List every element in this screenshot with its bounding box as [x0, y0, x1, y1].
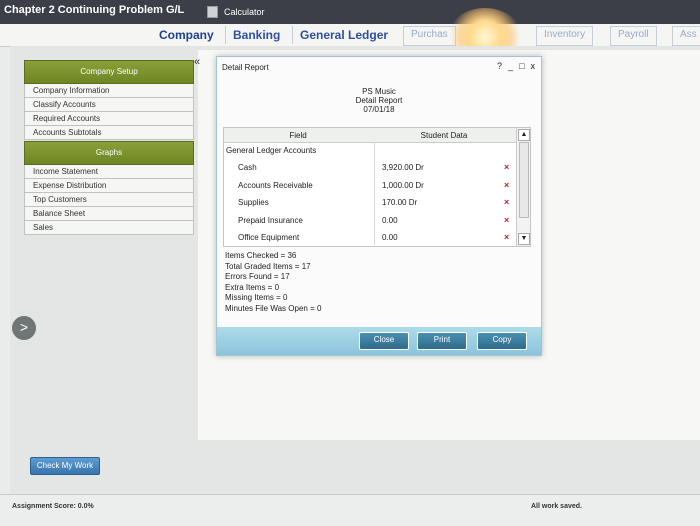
- print-button[interactable]: Print: [417, 332, 467, 350]
- error-mark-icon: ×: [504, 180, 510, 190]
- table-row: Cash 3,920.00 Dr ×: [224, 159, 516, 176]
- sidebar-item-sales[interactable]: Sales: [24, 221, 194, 235]
- tab-company[interactable]: Company: [152, 26, 221, 44]
- column-header-field: Field: [289, 131, 307, 140]
- field-name: Office Equipment: [238, 233, 300, 242]
- field-value: 0.00: [382, 216, 398, 225]
- sidebar-item-balance-sheet[interactable]: Balance Sheet: [24, 207, 194, 221]
- collapse-sidebar-icon[interactable]: «: [194, 56, 200, 68]
- field-name: Supplies: [238, 198, 269, 207]
- field-value: 1,000.00 Dr: [382, 181, 424, 190]
- error-mark-icon: ×: [504, 232, 510, 242]
- calculator-button[interactable]: Calculator: [207, 6, 265, 18]
- close-button[interactable]: Close: [359, 332, 409, 350]
- sidebar: Company Setup Company Information Classi…: [12, 60, 194, 340]
- stat-total-graded: Total Graded Items = 17: [225, 261, 311, 271]
- report-heading: PS Music Detail Report 07/01/18: [217, 87, 541, 114]
- sidebar-item-expense-distribution[interactable]: Expense Distribution: [24, 179, 194, 193]
- tab-general-ledger[interactable]: General Ledger: [292, 26, 396, 44]
- tab-banking[interactable]: Banking: [225, 26, 288, 44]
- table-scrollbar[interactable]: ▲ ▼: [516, 128, 530, 246]
- table-header: Field Student Data: [224, 128, 516, 143]
- assignment-score: Assignment Score: 0.0%: [12, 503, 94, 510]
- top-bar: Chapter 2 Continuing Problem G/L Calcula…: [0, 0, 700, 24]
- company-setup-header: Company Setup: [24, 60, 194, 84]
- sidebar-item-required-accounts[interactable]: Required Accounts: [24, 112, 194, 126]
- sidebar-item-accounts-subtotals[interactable]: Accounts Subtotals: [24, 126, 194, 140]
- tab-assets[interactable]: Ass: [672, 26, 700, 46]
- report-name: Detail Report: [355, 96, 403, 105]
- help-icon[interactable]: ?: [497, 61, 502, 71]
- field-name: Cash: [238, 163, 257, 172]
- error-mark-icon: ×: [504, 215, 510, 225]
- stat-minutes-open: Minutes File Was Open = 0: [225, 303, 322, 313]
- minimize-icon[interactable]: _: [508, 61, 513, 71]
- field-name: Prepaid Insurance: [238, 216, 303, 225]
- report-table: Field Student Data General Ledger Accoun…: [223, 127, 531, 247]
- calculator-icon: [207, 6, 218, 18]
- table-row: Office Equipment 0.00 ×: [224, 229, 516, 246]
- dialog-footer: Close Print Copy: [217, 327, 541, 355]
- report-company: PS Music: [362, 87, 396, 96]
- table-row: General Ledger Accounts: [224, 142, 516, 159]
- field-name: Accounts Receivable: [238, 181, 313, 190]
- calculator-label: Calculator: [224, 7, 265, 17]
- sidebar-item-top-customers[interactable]: Top Customers: [24, 193, 194, 207]
- detail-report-dialog: Detail Report ? _ □ x PS Music Detail Re…: [216, 56, 542, 356]
- close-icon[interactable]: x: [531, 61, 536, 71]
- field-value: 0.00: [382, 233, 398, 242]
- stat-items-checked: Items Checked = 36: [225, 251, 297, 260]
- table-row: Supplies 170.00 Dr ×: [224, 194, 516, 211]
- report-date: 07/01/18: [363, 105, 395, 114]
- check-my-work-button[interactable]: Check My Work: [30, 457, 100, 475]
- sidebar-item-classify-accounts[interactable]: Classify Accounts: [24, 98, 194, 112]
- stat-errors-found: Errors Found = 17: [225, 272, 290, 282]
- graphs-header: Graphs: [24, 141, 194, 165]
- tab-inventory[interactable]: Inventory: [536, 26, 594, 46]
- group-label: General Ledger Accounts: [226, 146, 317, 155]
- field-value: 170.00 Dr: [382, 198, 418, 207]
- field-value: 3,920.00 Dr: [382, 163, 424, 172]
- maximize-icon[interactable]: □: [519, 61, 524, 71]
- scroll-down-icon[interactable]: ▼: [518, 233, 530, 245]
- tab-payroll[interactable]: Payroll: [610, 26, 657, 46]
- module-tabs: Company Banking General Ledger Purchas I…: [0, 24, 700, 47]
- scroll-up-icon[interactable]: ▲: [518, 129, 530, 141]
- column-header-student-data: Student Data: [420, 131, 468, 140]
- expand-arrow-icon[interactable]: >: [12, 316, 36, 340]
- table-row: Accounts Receivable 1,000.00 Dr ×: [224, 177, 516, 194]
- grading-stats: Items Checked = 36 Total Graded Items = …: [225, 251, 321, 315]
- save-status: All work saved.: [531, 503, 582, 510]
- sidebar-item-company-information[interactable]: Company Information: [24, 84, 194, 98]
- table-row: Prepaid Insurance 0.00 ×: [224, 212, 516, 229]
- status-bar: Assignment Score: 0.0% All work saved.: [0, 494, 700, 526]
- error-mark-icon: ×: [504, 162, 510, 172]
- error-mark-icon: ×: [504, 197, 510, 207]
- scroll-thumb[interactable]: [519, 142, 529, 218]
- copy-button[interactable]: Copy: [477, 332, 527, 350]
- window-controls: ? _ □ x: [497, 61, 535, 71]
- stat-extra-items: Extra Items = 0: [225, 282, 280, 292]
- dialog-title: Detail Report: [222, 63, 269, 72]
- sidebar-item-income-statement[interactable]: Income Statement: [24, 165, 194, 179]
- assignment-title: Chapter 2 Continuing Problem G/L: [4, 4, 185, 16]
- stat-missing-items: Missing Items = 0: [225, 293, 288, 303]
